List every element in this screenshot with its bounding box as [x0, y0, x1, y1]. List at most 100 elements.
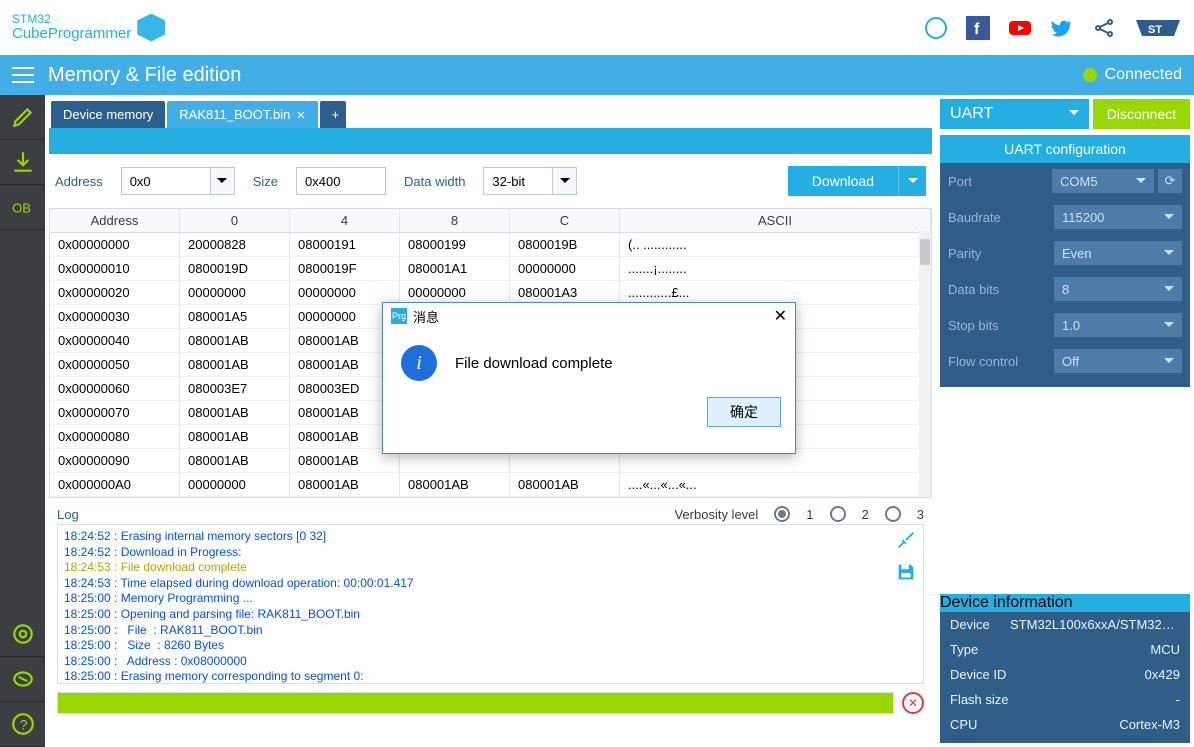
status-text: Connected — [1105, 66, 1182, 84]
verbosity-2[interactable] — [830, 506, 846, 522]
svg-text:?: ? — [19, 716, 27, 732]
uart-config-title: UART configuration — [940, 135, 1190, 163]
share-icon[interactable] — [1092, 16, 1116, 40]
sidebar-erase[interactable] — [0, 657, 45, 702]
cell: 080001A1 — [400, 257, 510, 280]
verbo-1-label: 1 — [806, 507, 813, 522]
sidebar-edit[interactable] — [0, 95, 45, 140]
cell: 080001AB — [510, 473, 620, 496]
verbosity-3[interactable] — [885, 506, 901, 522]
scrollbar-thumb[interactable] — [920, 239, 930, 265]
plus-icon: + — [332, 107, 340, 122]
cell: 0x00000020 — [50, 281, 180, 304]
parity-select[interactable]: Even — [1054, 241, 1182, 265]
sidebar-target[interactable] — [0, 612, 45, 657]
chevron-down-icon — [1136, 174, 1146, 189]
cell: 20000828 — [180, 233, 290, 256]
cell: 0x00000010 — [50, 257, 180, 280]
cancel-button[interactable]: ✕ — [902, 692, 924, 714]
info-icon: i — [401, 345, 437, 381]
cell: 080001A3 — [510, 281, 620, 304]
device-value: STM32L100x6xxA/STM32L100x8x... — [1010, 617, 1180, 632]
tab-device-memory[interactable]: Device memory — [51, 101, 165, 128]
status-dot-icon — [1083, 68, 1097, 82]
close-tab-icon[interactable]: ✕ — [296, 110, 305, 122]
verbo-3-label: 3 — [917, 507, 924, 522]
cell: 0x00000090 — [50, 449, 180, 472]
cell: (.. ............ — [620, 233, 931, 256]
interface-select[interactable]: UART — [940, 99, 1089, 129]
cell: 08000199 — [400, 233, 510, 256]
ok-button[interactable]: 确定 — [707, 397, 781, 427]
stopbits-select[interactable]: 1.0 — [1054, 313, 1182, 337]
cell: 080003E7 — [180, 377, 290, 400]
cell: 0x00000000 — [50, 233, 180, 256]
logo-line1: STM32 — [12, 13, 131, 26]
address-label: Address — [55, 174, 103, 189]
facebook-icon[interactable]: f — [966, 16, 990, 40]
stopbits-label: Stop bits — [948, 318, 999, 333]
cpu-value: Cortex-M3 — [1119, 717, 1180, 732]
twitter-icon[interactable] — [1050, 16, 1074, 40]
chevron-down-icon[interactable] — [898, 166, 926, 196]
download-button[interactable]: Download — [788, 166, 926, 196]
scrollbar[interactable] — [919, 231, 931, 497]
info-dialog: Prg消息 ✕ i File download complete 确定 — [382, 302, 796, 454]
chevron-down-icon — [1164, 282, 1174, 297]
title-bar: Memory & File edition Connected — [0, 55, 1194, 95]
cell: 080001AB — [180, 353, 290, 376]
cell: 080001AB — [180, 401, 290, 424]
log-line: 18:25:00 : File : RAK811_BOOT.bin — [64, 623, 917, 639]
clear-log-icon[interactable] — [895, 529, 917, 551]
databits-select[interactable]: 8 — [1054, 277, 1182, 301]
menu-icon[interactable] — [12, 67, 34, 83]
flash-value: - — [1176, 692, 1180, 707]
chevron-down-icon — [1164, 354, 1174, 369]
th-c: C — [510, 209, 620, 232]
table-row[interactable]: 0x000000100800019D0800019F080001A1000000… — [50, 257, 931, 281]
chevron-down-icon — [1164, 318, 1174, 333]
baud-select[interactable]: 115200 — [1054, 205, 1182, 229]
cell: 0x00000080 — [50, 425, 180, 448]
verbosity-group: Verbosity level 1 2 3 — [674, 506, 924, 522]
chevron-down-icon[interactable] — [553, 167, 577, 195]
chevron-down-icon[interactable] — [211, 167, 235, 195]
cell: 0800019F — [290, 257, 400, 280]
table-row[interactable]: 0x000000A000000000080001AB080001AB080001… — [50, 473, 931, 497]
address-field[interactable] — [121, 167, 211, 195]
cell: 00000000 — [510, 257, 620, 280]
sidebar-help[interactable]: ? — [0, 702, 45, 747]
log-line: 18:25:00 : Address : 0x08000000 — [64, 654, 917, 670]
cell: 0x00000060 — [50, 377, 180, 400]
cell: 00000000 — [290, 281, 400, 304]
address-input[interactable] — [121, 167, 235, 195]
cell: 0x00000050 — [50, 353, 180, 376]
st-logo-icon: ST — [1134, 16, 1182, 40]
sidebar-ob[interactable]: OB — [0, 185, 45, 230]
datawidth-value: 32-bit — [483, 167, 553, 195]
tab-file[interactable]: RAK811_BOOT.bin✕ — [167, 101, 317, 128]
disconnect-button[interactable]: Disconnect — [1093, 99, 1190, 129]
prg-icon: Prg — [391, 308, 407, 324]
size-input[interactable] — [296, 167, 386, 195]
flow-select[interactable]: Off — [1054, 349, 1182, 373]
save-log-icon[interactable] — [895, 561, 917, 583]
deviceid-label: Device ID — [950, 667, 1006, 682]
youtube-icon[interactable] — [1008, 16, 1032, 40]
log-line: 18:24:52 : Erasing internal memory secto… — [64, 529, 917, 545]
table-row[interactable]: 0x00000000200008280800019108000199080001… — [50, 233, 931, 257]
sidebar-download[interactable] — [0, 140, 45, 185]
size-label: Size — [253, 174, 278, 189]
sidebar: OB ? — [0, 95, 45, 747]
log-line: 18:24:53 : File download complete — [64, 560, 917, 576]
refresh-ports-icon[interactable]: ⟳ — [1158, 169, 1182, 193]
tab-add[interactable]: + — [320, 101, 346, 128]
datawidth-select[interactable]: 32-bit — [483, 167, 577, 195]
cell: 08000191 — [290, 233, 400, 256]
port-select[interactable]: COM5 — [1052, 169, 1154, 193]
cell: 080001AB — [180, 449, 290, 472]
close-icon[interactable]: ✕ — [774, 306, 787, 326]
chevron-down-icon — [1164, 246, 1174, 261]
th-ascii: ASCII — [620, 209, 931, 232]
verbosity-1[interactable] — [774, 506, 790, 522]
